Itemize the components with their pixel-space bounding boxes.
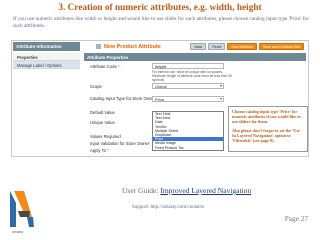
callout-line-1: Choose catalog input type 'Price' for nu… [232,109,301,124]
values-required-label: Values Required [90,134,121,139]
attribute-code-label: Attribute Code * [90,64,120,69]
footer-guide: User Guide: Improved Layered Navigation [122,186,251,195]
section-header: Attribute Properties [84,53,306,61]
logo-wordmark: amasty [12,230,24,234]
default-value-label: Default Value [90,110,115,115]
page-title-text: New Product Attribute [104,44,161,50]
slide-title: 3. Creation of numeric attributes, e.g. … [58,3,262,13]
admin-screenshot: Attribute Information Properties Manage … [11,40,309,157]
input-type-dropdown[interactable]: Text Field Text Area Date Yes/No Multipl… [152,111,224,151]
sidebar-header: Attribute Information [13,42,80,51]
catalog-input-label: Catalog Input Type for Store Owner [90,96,156,101]
scope-select[interactable]: Global [152,83,224,89]
guide-prefix: User Guide: [122,186,159,195]
page-number: Page 27 [284,214,308,223]
reset-button[interactable]: Reset [208,43,226,50]
input-validation-label: Input Validation for Store Owner [90,141,150,146]
attribute-code-input[interactable]: height [152,63,224,69]
amasty-logo [10,191,34,227]
callout-line-2: Also please don't forget to set the 'Use… [232,128,300,143]
intro-text: If you use numeric attributes like width… [13,16,309,30]
sidebar-item-manage-labels[interactable]: Manage Label / Options [13,61,80,69]
dropdown-option[interactable]: Fixed Product Tax [153,146,223,150]
button-bar: Back Reset Save Attribute Save and Conti… [190,43,304,50]
support-text[interactable]: Support: http://amasty.com/contacts [132,205,204,210]
back-button[interactable]: Back [190,43,207,50]
save-continue-button[interactable]: Save and Continue Edit [259,43,304,50]
page-title: New Product Attribute [96,44,161,50]
tip-callout: Choose catalog input type 'Price' for nu… [228,106,308,152]
code-note-3: symbols [152,78,165,82]
guide-link[interactable]: Improved Layered Navigation [160,186,251,195]
scope-label: Scope [90,84,102,89]
sidebar-item-properties[interactable]: Properties [13,53,80,61]
unique-value-label: Unique Value [90,120,115,125]
catalog-input-select[interactable]: Price [152,96,224,102]
attribute-icon [96,44,101,49]
apply-to-label: Apply To * [90,148,109,153]
save-attribute-button[interactable]: Save Attribute [227,43,258,50]
